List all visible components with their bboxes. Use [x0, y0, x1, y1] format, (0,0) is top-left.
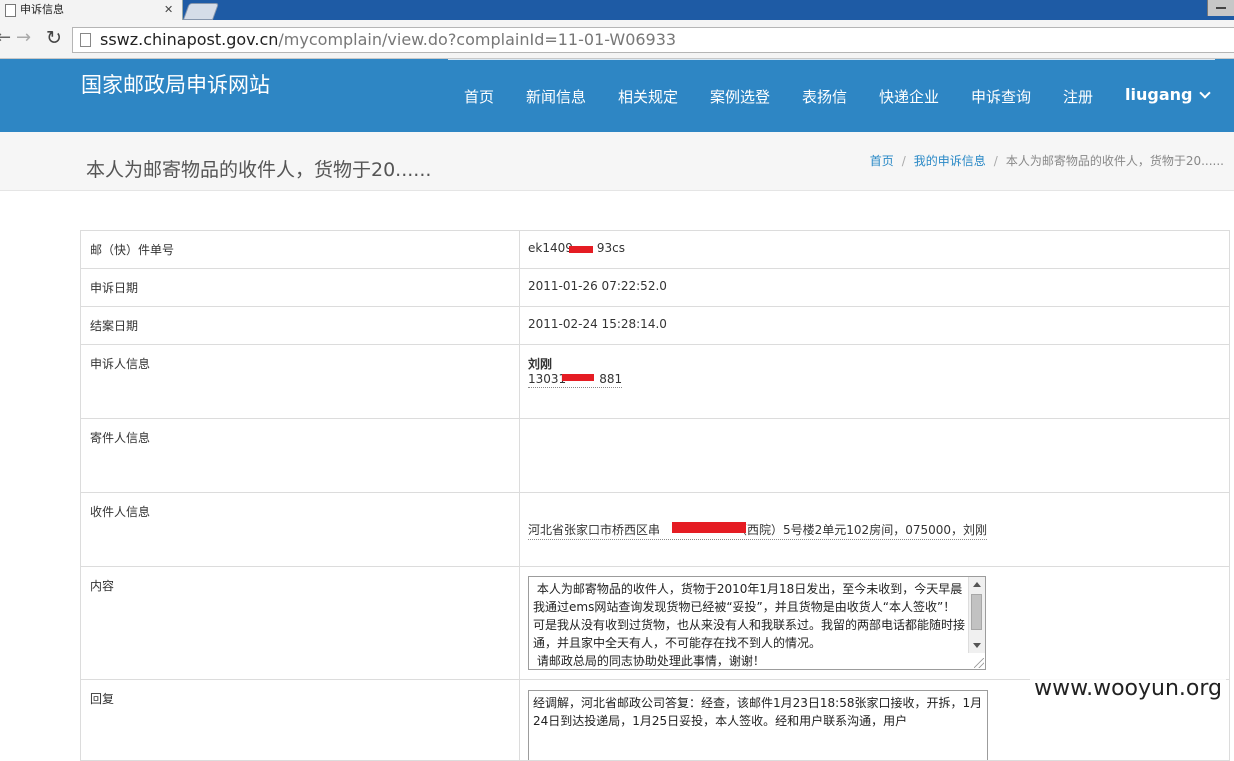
- table-row: 申诉人信息 刘刚 13031 881: [80, 344, 1230, 419]
- content-value: 本人为邮寄物品的收件人，货物于2010年1月18日发出，至今未收到，今天早晨我通…: [519, 566, 1230, 680]
- sender-label: 寄件人信息: [80, 418, 520, 493]
- nav-divider: [448, 59, 1215, 60]
- url-path: /mycomplain/view.do?complainId=11-01-W06…: [278, 30, 677, 49]
- complainant-phone: 13031 881: [528, 372, 623, 388]
- breadcrumb-my-complaints[interactable]: 我的申诉信息: [914, 154, 986, 168]
- page-title: 本人为邮寄物品的收件人，货物于20......: [86, 159, 432, 181]
- site-brand[interactable]: 国家邮政局申诉网站: [81, 69, 270, 99]
- table-row: 内容 本人为邮寄物品的收件人，货物于2010年1月18日发出，至今未收到，今天早…: [80, 566, 1230, 680]
- complain-date-label: 申诉日期: [80, 268, 520, 307]
- page-icon: [80, 33, 91, 47]
- scroll-thumb[interactable]: [971, 594, 982, 630]
- close-date-label: 结案日期: [80, 306, 520, 345]
- nav-news[interactable]: 新闻信息: [526, 86, 586, 107]
- chevron-down-icon: [1199, 87, 1212, 99]
- url-text[interactable]: sswz.chinapost.gov.cn/mycomplain/view.do…: [100, 29, 676, 51]
- tracking-number-label: 邮（快）件单号: [80, 230, 520, 269]
- nav-register[interactable]: 注册: [1063, 86, 1093, 107]
- nav-cases[interactable]: 案例选登: [710, 86, 770, 107]
- browser-tab-strip: 申诉信息 ✕: [0, 0, 1234, 20]
- receiver-address: 河北省张家口市桥西区串 （西院）5号楼2单元102房间，075000，刘刚: [528, 521, 987, 540]
- table-row: 寄件人信息: [80, 418, 1230, 493]
- reload-icon[interactable]: ↻: [46, 27, 62, 49]
- address-part: 河北省张家口市桥西区串: [528, 523, 661, 537]
- page-icon: [5, 4, 16, 17]
- breadcrumb-separator: /: [993, 154, 998, 168]
- url-host: sswz.chinapost.gov.cn: [100, 30, 279, 49]
- back-arrow-icon[interactable]: ←: [0, 27, 11, 49]
- table-row: 结案日期 2011-02-24 15:28:14.0: [80, 306, 1230, 345]
- content-textarea[interactable]: 本人为邮寄物品的收件人，货物于2010年1月18日发出，至今未收到，今天早晨我通…: [528, 576, 986, 670]
- redaction-mark: [672, 522, 746, 533]
- user-name: liugang: [1125, 85, 1193, 104]
- scroll-down-icon[interactable]: [973, 643, 981, 648]
- complainant-label: 申诉人信息: [80, 344, 520, 419]
- page-title-bar: 本人为邮寄物品的收件人，货物于20...... 首页 / 我的申诉信息 / 本人为邮寄物…: [0, 132, 1234, 191]
- nav-praise[interactable]: 表扬信: [802, 86, 847, 107]
- browser-toolbar: ← → ↻ sswz.chinapost.gov.cn/mycomplain/v…: [0, 20, 1234, 59]
- sender-value: [519, 418, 1230, 493]
- nav-express-companies[interactable]: 快递企业: [879, 86, 939, 107]
- address-part: （西院）5号楼2单元102房间，075000，刘刚: [735, 523, 987, 537]
- table-row: 邮（快）件单号 ek1409 93cs: [80, 230, 1230, 269]
- tracking-number-value: ek1409 93cs: [519, 230, 1230, 269]
- address-bar[interactable]: sswz.chinapost.gov.cn/mycomplain/view.do…: [72, 27, 1234, 53]
- table-row: 申诉日期 2011-01-26 07:22:52.0: [80, 268, 1230, 307]
- browser-tab[interactable]: 申诉信息 ✕: [0, 0, 183, 20]
- tracking-number-part: 93cs: [596, 241, 625, 255]
- tracking-number-part: ek1409: [528, 241, 573, 255]
- redaction-mark: [562, 374, 594, 381]
- breadcrumb-home[interactable]: 首页: [870, 154, 894, 168]
- complain-date-value: 2011-01-26 07:22:52.0: [519, 268, 1230, 307]
- nav-home[interactable]: 首页: [464, 86, 494, 107]
- scroll-up-icon[interactable]: [973, 582, 981, 587]
- phone-part: 881: [599, 372, 623, 386]
- resize-handle-icon[interactable]: [974, 658, 984, 668]
- complainant-name: 刘刚: [528, 357, 553, 371]
- complainant-value: 刘刚 13031 881: [519, 344, 1230, 419]
- content-label: 内容: [80, 566, 520, 680]
- watermark: www.wooyun.org: [1030, 676, 1226, 701]
- nav-complaint-query[interactable]: 申诉查询: [971, 86, 1031, 107]
- redaction-mark: [569, 246, 593, 253]
- forward-arrow-icon[interactable]: →: [16, 27, 31, 49]
- content-text: 本人为邮寄物品的收件人，货物于2010年1月18日发出，至今未收到，今天早晨我通…: [533, 582, 966, 668]
- breadcrumb-current: 本人为邮寄物品的收件人，货物于20......: [1005, 154, 1224, 168]
- user-menu[interactable]: liugang: [1125, 85, 1212, 104]
- minimize-button[interactable]: [1207, 0, 1234, 16]
- breadcrumb: 首页 / 我的申诉信息 / 本人为邮寄物品的收件人，货物于20......: [870, 152, 1224, 169]
- close-icon[interactable]: ✕: [164, 0, 173, 19]
- nav-regulations[interactable]: 相关规定: [618, 86, 678, 107]
- receiver-value: 河北省张家口市桥西区串 （西院）5号楼2单元102房间，075000，刘刚: [519, 492, 1230, 567]
- scrollbar[interactable]: [968, 577, 985, 653]
- phone-part: 13031: [528, 372, 567, 386]
- reply-label: 回复: [80, 679, 520, 761]
- table-row: 收件人信息 河北省张家口市桥西区串 （西院）5号楼2单元102房间，075000，…: [80, 492, 1230, 567]
- site-header: 国家邮政局申诉网站 首页 新闻信息 相关规定 案例选登 表扬信 快递企业 申诉查…: [0, 59, 1234, 132]
- breadcrumb-separator: /: [901, 154, 906, 168]
- reply-text: 经调解，河北省邮政公司答复：经查，该邮件1月23日18:58张家口接收，开拆，1…: [533, 696, 983, 728]
- reply-textarea[interactable]: 经调解，河北省邮政公司答复：经查，该邮件1月23日18:58张家口接收，开拆，1…: [528, 690, 988, 760]
- tab-title: 申诉信息: [20, 3, 64, 16]
- new-tab-button[interactable]: [182, 3, 220, 20]
- receiver-label: 收件人信息: [80, 492, 520, 567]
- close-date-value: 2011-02-24 15:28:14.0: [519, 306, 1230, 345]
